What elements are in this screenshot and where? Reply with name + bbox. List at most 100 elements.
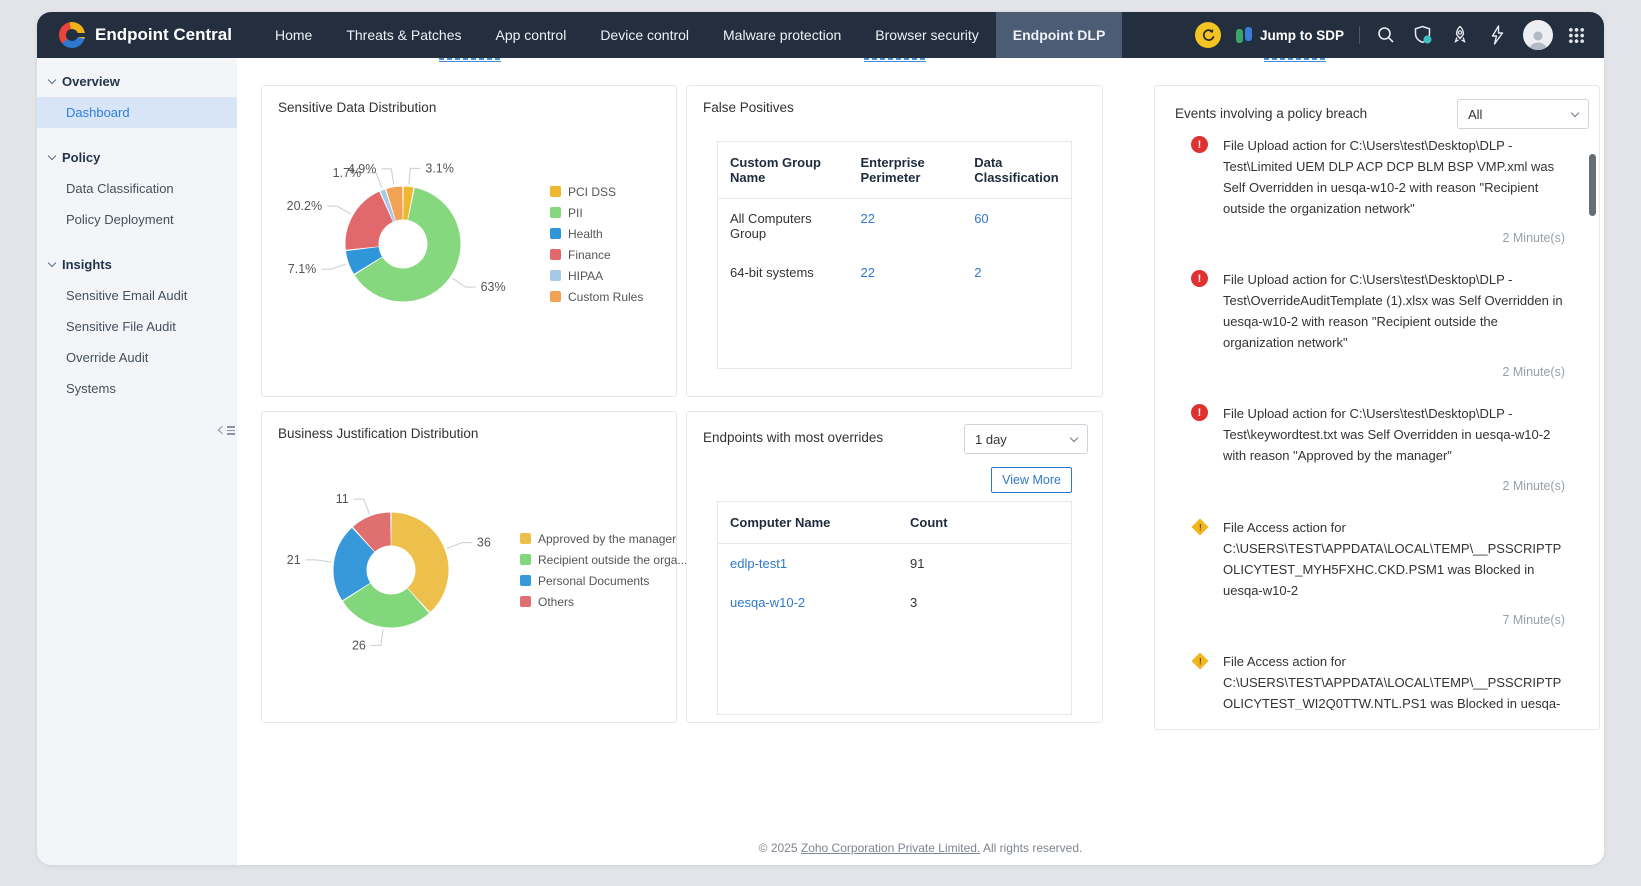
svg-text:63%: 63% (481, 280, 506, 294)
nav-tab-endpoint-dlp[interactable]: Endpoint DLP (995, 12, 1123, 58)
nav-tab-threats-patches[interactable]: Threats & Patches (329, 12, 478, 58)
legend-swatch (550, 270, 561, 281)
event-text: File Access action for C:\USERS\TEST\APP… (1223, 653, 1562, 710)
legend-item-health[interactable]: Health (550, 227, 643, 241)
user-avatar[interactable] (1523, 20, 1553, 50)
sync-icon[interactable] (1194, 22, 1221, 48)
events-list: ! File Upload action for C:\Users\test\De… (1155, 135, 1599, 710)
nav-tab-device-control[interactable]: Device control (583, 12, 706, 58)
panel-false-positives: False Positives Custom Group Name Enterpr… (686, 85, 1103, 397)
table-cell-link[interactable]: 22 (860, 265, 874, 280)
sidebar-section-header-policy[interactable]: Policy (37, 142, 237, 173)
event-text: File Access action for C:\USERS\TEST\APP… (1223, 519, 1562, 598)
main-content: Sensitive Data Distribution 3.1% 63% 7.1% 2… (237, 58, 1604, 865)
events-filter-select[interactable]: All (1457, 99, 1589, 129)
period-select[interactable]: 1 day (964, 424, 1088, 454)
error-icon: ! (1191, 270, 1208, 288)
chevron-down-icon (47, 75, 57, 85)
sidebar-item-override-audit[interactable]: Override Audit (37, 342, 237, 373)
error-icon: ! (1191, 404, 1208, 422)
clipped-link[interactable] (864, 58, 926, 62)
legend-item-approved-by-the-manager[interactable]: Approved by the manager (520, 532, 687, 546)
sidebar-section-header-insights[interactable]: Insights (37, 249, 237, 280)
nav-tab-home[interactable]: Home (258, 12, 329, 58)
shield-icon[interactable] (1412, 24, 1434, 46)
legend-item-custom-rules[interactable]: Custom Rules (550, 290, 643, 304)
table-cell-link[interactable]: edlp-test1 (730, 556, 787, 571)
event-item[interactable]: ! File Access action for C:\USERS\TEST\AP… (1155, 651, 1599, 710)
panel-policy-breach-events: Events involving a policy breach All ! Fi… (1154, 85, 1600, 730)
svg-text:7.1%: 7.1% (288, 262, 317, 276)
business-justification-donut-chart[interactable]: 36 26 21 11 (266, 445, 516, 695)
svg-text:36: 36 (477, 536, 491, 550)
table-cell-link[interactable]: uesqa-w10-2 (730, 595, 805, 610)
table-cell: All Computers Group (730, 211, 812, 241)
nav-tab-malware-protection[interactable]: Malware protection (706, 12, 858, 58)
bolt-icon[interactable] (1486, 24, 1508, 46)
chevron-down-icon (1570, 108, 1580, 117)
table-cell: 91 (910, 556, 925, 571)
nav-divider (1359, 26, 1360, 44)
clipped-link[interactable] (1264, 58, 1326, 62)
legend-item-hipaa[interactable]: HIPAA (550, 269, 643, 283)
panel-sensitive-data-distribution: Sensitive Data Distribution 3.1% 63% 7.1% 2… (261, 85, 677, 397)
sidebar-item-sensitive-email-audit[interactable]: Sensitive Email Audit (37, 280, 237, 311)
warning-icon: ! (1191, 518, 1209, 536)
legend-swatch (520, 554, 531, 565)
legend-label: Health (568, 226, 603, 241)
copyright-suffix: All rights reserved. (980, 841, 1083, 855)
legend-item-pii[interactable]: PII (550, 206, 643, 220)
legend-item-others[interactable]: Others (520, 595, 687, 609)
event-item[interactable]: ! File Access action for C:\USERS\TEST\AP… (1155, 517, 1599, 627)
apps-grid-icon[interactable] (1568, 27, 1584, 43)
jump-to-sdp[interactable]: Jump to SDP (1235, 26, 1344, 44)
rocket-icon[interactable] (1449, 24, 1471, 46)
nav-right-actions: Jump to SDP (1194, 12, 1604, 58)
event-text: File Upload action for C:\Users\test\Des… (1223, 138, 1555, 217)
legend-item-personal-documents[interactable]: Personal Documents (520, 574, 687, 588)
clipped-link[interactable] (439, 58, 501, 62)
legend-item-finance[interactable]: Finance (550, 248, 643, 262)
view-more-button[interactable]: View More (991, 467, 1072, 493)
table-cell-link[interactable]: 2 (974, 265, 981, 280)
false-positives-table: Custom Group Name Enterprise Perimeter Dat… (717, 141, 1072, 369)
event-item[interactable]: ! File Upload action for C:\Users\test\De… (1155, 135, 1599, 245)
table-cell-link[interactable]: 60 (974, 211, 988, 226)
sidebar-item-dashboard[interactable]: Dashboard (37, 97, 237, 128)
legend-item-pci-dss[interactable]: PCI DSS (550, 185, 643, 199)
table-cell: 64-bit systems (730, 265, 814, 280)
svg-text:20.2%: 20.2% (287, 199, 322, 213)
sensitive-data-donut-chart[interactable]: 3.1%63%7.1%20.2%1.7%4.9% (278, 119, 528, 369)
sidebar-section-overview: Overview Dashboard (37, 66, 237, 128)
panel-title: Business Justification Distribution (278, 426, 479, 441)
sidebar-section-header-overview[interactable]: Overview (37, 66, 237, 97)
panel-endpoints-most-overrides: Endpoints with most overrides 1 day View… (686, 411, 1103, 723)
table-row: edlp-test1 91 (718, 544, 1071, 583)
table-cell: 3 (910, 595, 918, 610)
nav-tab-app-control[interactable]: App control (478, 12, 583, 58)
sidebar-item-sensitive-file-audit[interactable]: Sensitive File Audit (37, 311, 237, 342)
zoho-corporation-link[interactable]: Zoho Corporation Private Limited. (801, 841, 980, 855)
search-icon[interactable] (1375, 24, 1397, 46)
table-cell-link[interactable]: 22 (860, 211, 874, 226)
error-icon: ! (1191, 136, 1208, 153)
legend-swatch (520, 575, 531, 586)
table-cell: 22 (848, 253, 962, 292)
event-item[interactable]: ! File Upload action for C:\Users\test\De… (1155, 269, 1599, 379)
events-scrollbar[interactable] (1589, 154, 1596, 216)
sidebar-section-label: Overview (62, 74, 120, 89)
legend-item-recipient-outside-the-orga[interactable]: Recipient outside the orga... (520, 553, 687, 567)
sidebar-item-systems[interactable]: Systems (37, 373, 237, 404)
event-item[interactable]: ! File Upload action for C:\Users\test\De… (1155, 403, 1599, 493)
column-header: Count (910, 515, 948, 530)
column-header: Data Classification (974, 155, 1059, 185)
legend-swatch (520, 533, 531, 544)
legend-swatch (520, 596, 531, 607)
sidebar-collapse-handle[interactable] (217, 426, 235, 435)
sidebar-section-label: Insights (62, 257, 112, 272)
error-icon: ! (1191, 270, 1208, 288)
nav-tab-browser-security[interactable]: Browser security (858, 12, 995, 58)
table-cell: uesqa-w10-2 (718, 583, 898, 622)
sidebar-item-data-classification[interactable]: Data Classification (37, 173, 237, 204)
sidebar-item-policy-deployment[interactable]: Policy Deployment (37, 204, 237, 235)
